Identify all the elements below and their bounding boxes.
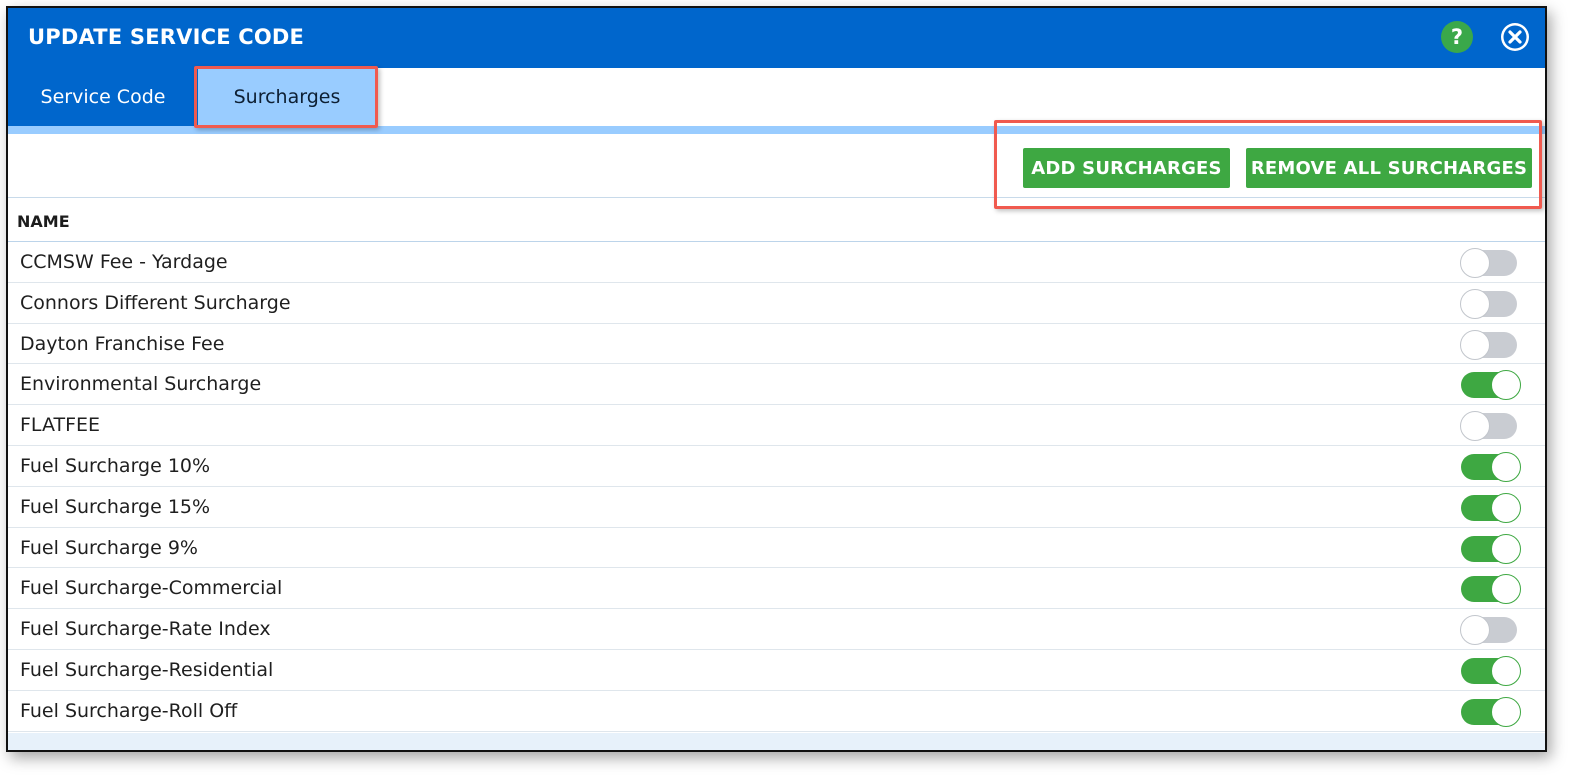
table-row: Fuel Surcharge-Rate Index (8, 609, 1545, 650)
tab-surcharges[interactable]: Surcharges (198, 68, 376, 126)
surcharge-toggle[interactable] (1461, 655, 1521, 686)
tab-service-code[interactable]: Service Code (8, 68, 198, 126)
surcharge-name: Fuel Surcharge-Residential (20, 658, 274, 681)
table-row: Dayton Franchise Fee (8, 324, 1545, 365)
dialog-header: UPDATE SERVICE CODE ? (8, 8, 1545, 68)
surcharge-name: Dayton Franchise Fee (20, 332, 225, 355)
close-icon[interactable] (1499, 21, 1531, 53)
surcharge-toggle[interactable] (1460, 615, 1519, 646)
table-row: Fuel Surcharge 15% (8, 487, 1545, 528)
surcharge-toggle[interactable] (1460, 248, 1519, 278)
table-row: FLATFEE (8, 405, 1545, 446)
surcharge-name: Fuel Surcharge 10% (20, 454, 211, 477)
table-row: Fuel Surcharge-Roll Off (8, 691, 1545, 732)
surcharge-name: CCMSW Fee - Yardage (20, 251, 228, 273)
add-surcharges-button[interactable]: ADD SURCHARGES (1023, 148, 1230, 188)
toggle-knob (1460, 411, 1490, 442)
toggle-knob (1491, 533, 1521, 564)
question-icon[interactable]: ? (1441, 21, 1473, 53)
surcharge-toggle[interactable] (1461, 696, 1521, 727)
surcharge-toggle[interactable] (1460, 288, 1519, 319)
surcharge-name: Fuel Surcharge-Commercial (20, 577, 283, 600)
toggle-knob (1491, 492, 1521, 523)
surcharge-name: Connors Different Surcharge (20, 291, 291, 314)
table-row: Fuel Surcharge-Commercial (8, 568, 1545, 610)
surcharge-name: FLATFEE (20, 414, 101, 437)
surcharge-name: Fuel Surcharge 9% (20, 536, 198, 559)
toggle-knob (1491, 655, 1521, 686)
surcharge-toolbar: ADD SURCHARGES REMOVE ALL SURCHARGES (8, 134, 1545, 198)
table-header: NAME (8, 199, 1545, 242)
tab-bar: Service Code Surcharges (8, 68, 1545, 126)
column-header-name[interactable]: NAME (17, 212, 70, 231)
table-row: Fuel Surcharge 10% (8, 446, 1545, 487)
surcharge-toggle[interactable] (1461, 451, 1521, 482)
toggle-knob (1491, 370, 1521, 401)
toggle-knob (1460, 615, 1490, 646)
surcharge-name: Fuel Surcharge-Roll Off (20, 699, 238, 722)
table-footer (8, 733, 1545, 750)
surcharge-list: CCMSW Fee - Yardage Connors Different Sur… (8, 242, 1545, 732)
table-row: Fuel Surcharge-Residential (8, 650, 1545, 691)
table-row: CCMSW Fee - Yardage (8, 242, 1545, 283)
surcharge-toggle[interactable] (1460, 411, 1519, 442)
remove-all-surcharges-button[interactable]: REMOVE ALL SURCHARGES (1246, 148, 1532, 188)
toggle-knob (1460, 248, 1490, 278)
surcharge-name: Fuel Surcharge 15% (20, 495, 211, 518)
update-service-code-dialog: UPDATE SERVICE CODE ? Service Code Surch… (6, 6, 1547, 752)
dialog-title: UPDATE SERVICE CODE (28, 25, 305, 49)
surcharge-toggle[interactable] (1461, 574, 1521, 605)
surcharge-name: Fuel Surcharge-Rate Index (20, 618, 271, 641)
table-row: Fuel Surcharge 9% (8, 528, 1545, 569)
surcharge-toggle[interactable] (1460, 329, 1519, 360)
surcharge-toggle[interactable] (1461, 533, 1521, 564)
toggle-knob (1491, 574, 1521, 605)
table-row: Connors Different Surcharge (8, 283, 1545, 324)
toggle-knob (1460, 329, 1490, 360)
table-row: Environmental Surcharge (8, 364, 1545, 406)
surcharge-name: Environmental Surcharge (20, 373, 262, 396)
toggle-knob (1491, 451, 1521, 482)
toggle-knob (1460, 288, 1490, 319)
toggle-knob (1491, 696, 1521, 727)
surcharge-toggle[interactable] (1461, 370, 1521, 401)
tab-underline (8, 126, 1545, 134)
surcharge-toggle[interactable] (1461, 492, 1521, 523)
